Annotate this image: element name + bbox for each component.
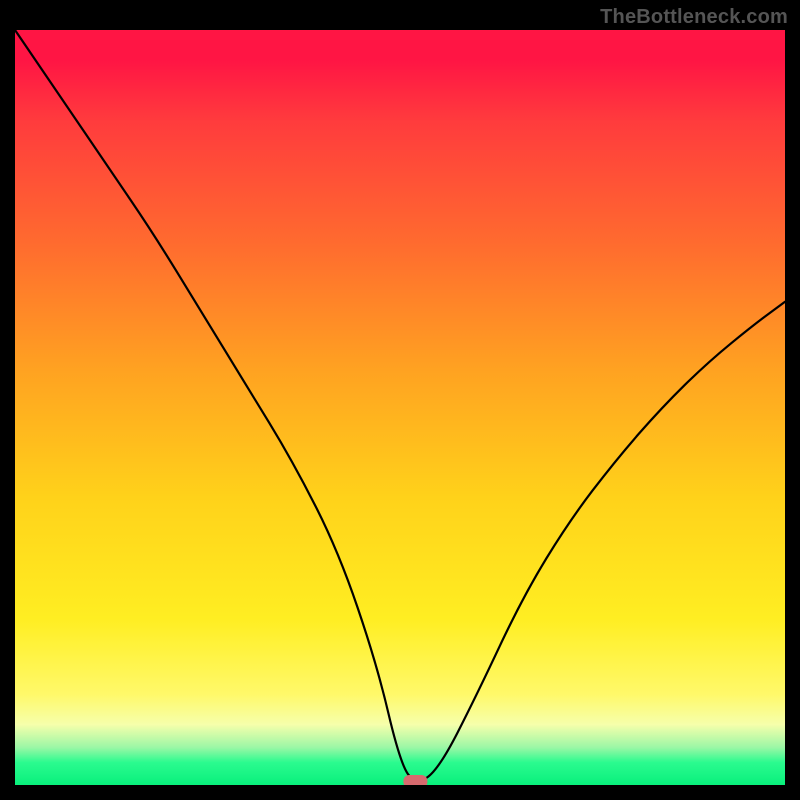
watermark-text: TheBottleneck.com xyxy=(600,6,788,29)
minimum-marker xyxy=(403,775,427,785)
bottleneck-curve xyxy=(15,30,785,780)
curve-layer xyxy=(15,30,785,785)
chart-frame: TheBottleneck.com xyxy=(0,0,800,800)
plot-area xyxy=(15,30,785,785)
